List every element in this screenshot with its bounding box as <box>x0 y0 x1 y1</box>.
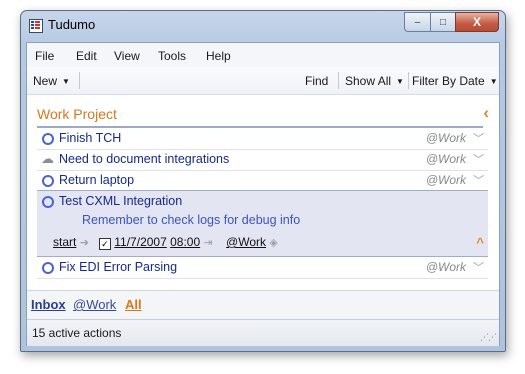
toolbar: New ▼ Find Show All ▼ Filter By Date ▼ <box>27 67 499 95</box>
client-area: File Edit View Tools Help New ▼ Find Show… <box>26 42 500 346</box>
context-tag[interactable]: @Work <box>426 260 466 274</box>
minimize-icon: – <box>414 16 421 28</box>
task-row[interactable]: ☁ Need to document integrations @Work ﹀ <box>37 149 488 171</box>
menu-help[interactable]: Help <box>206 49 231 63</box>
task-details: start ➔ ✓ 11/7/2007 08:00 ⇥ @Work ◈ <box>53 235 278 250</box>
chevron-down-icon[interactable]: ﹀ <box>473 151 484 167</box>
task-text[interactable]: Test CXML Integration <box>59 194 182 208</box>
cloud-icon[interactable]: ☁ <box>41 151 54 167</box>
task-row[interactable]: Return laptop @Work ﹀ <box>37 170 488 192</box>
context-tag[interactable]: @Work <box>426 131 466 145</box>
due-date[interactable]: 11/7/2007 <box>114 235 167 249</box>
chevron-down-icon[interactable]: ﹀ <box>473 259 484 275</box>
view-bar: Inbox @Work All <box>27 290 499 319</box>
new-label: New <box>33 74 58 88</box>
app-window: Tudumo – □ X File Edit View Tools Help N… <box>20 10 506 352</box>
toolbar-separator <box>79 72 80 89</box>
circle-icon[interactable] <box>42 196 54 208</box>
task-text: Finish TCH <box>59 131 122 145</box>
project-title: Work Project <box>37 106 117 122</box>
title-bar[interactable]: Tudumo – □ X <box>21 11 505 41</box>
task-text: Fix EDI Error Parsing <box>59 260 178 274</box>
circle-icon[interactable] <box>42 133 54 145</box>
all-link[interactable]: All <box>125 297 142 312</box>
menu-tools[interactable]: Tools <box>158 49 186 63</box>
chevron-down-icon: ▼ <box>396 77 404 86</box>
task-row[interactable]: Finish TCH @Work ﹀ <box>37 128 488 150</box>
app-icon[interactable] <box>29 19 43 33</box>
menu-file[interactable]: File <box>35 49 54 63</box>
chevron-down-icon[interactable]: ﹀ <box>473 130 484 146</box>
context-link[interactable]: @Work <box>226 235 266 249</box>
work-context-link[interactable]: @Work <box>73 297 116 312</box>
minimize-button[interactable]: – <box>404 12 430 32</box>
chevron-down-icon: ▼ <box>489 77 498 86</box>
chevron-up-icon[interactable]: ^ <box>476 235 484 250</box>
task-row-selected[interactable]: Test CXML Integration Remember to check … <box>37 190 488 257</box>
toolbar-separator <box>338 72 339 89</box>
menu-bar: File Edit View Tools Help <box>27 43 499 67</box>
inbox-link[interactable]: Inbox <box>31 297 66 312</box>
menu-view[interactable]: View <box>114 49 140 63</box>
show-all-label: Show All <box>345 74 392 88</box>
resize-grip-icon[interactable]: ⋰⋰ <box>480 332 497 343</box>
status-bar: 15 active actions ⋰⋰ <box>27 319 499 346</box>
chevron-down-icon[interactable]: ﹀ <box>473 172 484 188</box>
task-text: Return laptop <box>59 173 135 187</box>
window-title: Tudumo <box>48 17 96 32</box>
toolbar-separator <box>408 72 409 89</box>
status-text: 15 active actions <box>32 326 122 340</box>
circle-icon[interactable] <box>42 175 54 187</box>
new-button[interactable]: New ▼ <box>33 74 70 88</box>
close-button[interactable]: X <box>455 12 499 32</box>
due-time[interactable]: 08:00 <box>170 235 200 249</box>
arrow-right-icon: ➔ <box>79 237 89 249</box>
menu-edit[interactable]: Edit <box>76 49 97 63</box>
start-link[interactable]: start <box>53 235 76 249</box>
reminder-icon[interactable]: ⇥ <box>203 237 212 249</box>
due-date-checkbox[interactable]: ✓ <box>98 238 111 250</box>
close-icon: X <box>472 15 481 29</box>
task-note[interactable]: Remember to check logs for debug info <box>82 213 300 227</box>
circle-icon[interactable] <box>42 262 54 274</box>
find-button[interactable]: Find <box>305 74 328 88</box>
project-header[interactable]: Work Project ‹ <box>37 103 489 128</box>
task-list: Work Project ‹ Finish TCH @Work ﹀ ☁ Need… <box>27 95 499 290</box>
collapse-icon[interactable]: ‹ <box>483 103 489 123</box>
task-text: Need to document integrations <box>59 152 230 166</box>
context-tag[interactable]: @Work <box>426 152 466 166</box>
context-tag[interactable]: @Work <box>426 173 466 187</box>
tag-icon[interactable]: ◈ <box>269 237 277 249</box>
chevron-down-icon: ▼ <box>62 77 70 86</box>
task-row[interactable]: Fix EDI Error Parsing @Work ﹀ <box>37 257 488 279</box>
maximize-icon: □ <box>439 16 447 28</box>
filter-by-date-dropdown[interactable]: Filter By Date ▼ <box>412 74 498 88</box>
show-all-dropdown[interactable]: Show All ▼ <box>345 74 404 88</box>
maximize-button[interactable]: □ <box>430 12 455 32</box>
filter-label: Filter By Date <box>412 74 485 88</box>
